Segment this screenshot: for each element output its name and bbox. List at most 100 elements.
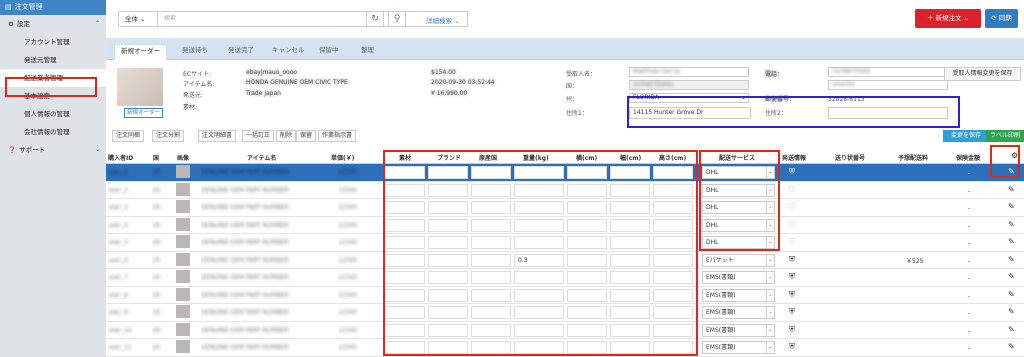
service-select[interactable]: EMS(書類) ⌄ [702,306,775,319]
item-name: GENUINE OEM PART NUMBER [201,204,289,211]
service-select[interactable]: EMS(書類) ⌄ [702,271,775,284]
chevron-down-icon: ⌄ [766,272,774,283]
thumbnail-image [176,165,190,178]
save-changes-button[interactable]: 変更を保存 [943,130,989,142]
price: 12345 [338,239,358,246]
edit-icon[interactable]: ✎ [1008,183,1015,196]
toolbar-button-5[interactable]: 保留 [296,130,317,142]
highlight-box-carrier-menu [5,77,97,97]
item-name: GENUINE OEM PART NUMBER [201,256,289,264]
th-buyer: 購入者ID [108,155,134,162]
sync-button[interactable]: ⟳ 同期 [985,9,1018,28]
th-country: 国 [153,155,160,162]
country: US [152,326,161,334]
est-fee [906,290,936,303]
tab-2[interactable]: 発送完了 [228,44,254,60]
search-input[interactable]: 検索 [158,11,468,27]
thumbnail-image [176,270,190,283]
sidebar-item-label: アカウント管理 [24,38,70,46]
country: US [152,256,161,264]
buyer-id: user_8 [108,291,128,299]
sidebar-item-6[interactable]: 会社情報の管理 [0,123,106,141]
buyer-id: user_9 [108,309,128,316]
recipient-field[interactable]: Matthew Garcia [629,67,749,77]
price-value: $154.00 [431,69,456,76]
service-select[interactable]: EMS(書類) ⌄ [702,323,775,337]
toolbar-button-4[interactable]: 削除 [276,130,297,142]
city-field[interactable]: orlando [828,80,948,90]
th-insurance: 保険金額 [956,155,981,162]
buyer-id: user_10 [108,326,132,334]
search-icon[interactable]: ⚲ [388,11,406,27]
buyer-id: user_2 [108,186,128,194]
edit-icon[interactable]: ✎ [1008,323,1015,336]
ec-label: ECサイト: [183,71,212,78]
toolbar-button-6[interactable]: 作業指示書 [318,130,357,142]
toolbar-button-3[interactable]: 一括訂正 [242,130,275,142]
highlight-box-gear [990,145,1020,178]
edit-icon[interactable]: ✎ [1008,218,1015,231]
chevron-icon: ⌃ [94,20,100,27]
filter-select[interactable]: 全体 ⌄ [118,11,158,27]
sidebar-item-2[interactable]: 発送元管理 [0,51,106,69]
country-label: 国： [566,83,579,90]
save-recipient-button[interactable]: 受取人情報変更を保存 [944,67,1021,81]
insurance: - [968,257,971,265]
edit-icon[interactable]: ✎ [1008,200,1015,213]
insurance: - [968,327,971,335]
phone-field[interactable]: 3478675545 [828,67,948,77]
edit-icon[interactable]: ✎ [1008,235,1015,248]
price: 12345 [338,291,358,299]
tab-5[interactable]: 整理 [361,44,374,60]
edit-icon[interactable]: ✎ [1008,288,1015,301]
buyer-id: user_4 [108,221,128,229]
shield-icon: ⛨ [789,342,795,351]
shield-icon: ⛨ [789,272,795,281]
sidebar-header[interactable]: ▤ 注文管理 [0,0,106,15]
shield-icon: ⛨ [789,289,795,299]
from-label: 発送元: [183,92,204,99]
sidebar-item-5[interactable]: 個人情報の管理 [0,105,106,123]
item-name: GENUINE OEM PART NUMBER [201,221,289,229]
toolbar-button-0[interactable]: 注文同梱 [112,130,145,142]
buyer-id: user_7 [108,274,128,281]
highlight-box-service [699,150,780,251]
highlight-box-dimensions [383,150,698,356]
tab-0[interactable]: 新規オーダー [114,44,167,60]
advanced-search-link[interactable]: 詳細検索 ⌄ [426,15,460,25]
toolbar-button-1[interactable]: 注文分割 [152,130,185,142]
new-order-button[interactable]: ＋ 新規注文 ⌄ [915,9,981,28]
print-label-button[interactable]: ラベル印刷 [986,130,1024,142]
tab-label: 発送完了 [228,46,254,54]
sidebar-item-7[interactable]: ❓ サポート ⌄ [0,141,106,159]
price: 12345 [338,344,358,351]
service-select[interactable]: EMS(書類) ⌄ [702,288,775,302]
tab-3[interactable]: キャンセル [272,44,305,60]
est-fee [906,307,936,320]
service-select[interactable]: EMS(書類) ⌄ [702,341,775,354]
edit-icon[interactable]: ✎ [1008,340,1015,353]
sidebar-item-label: 個人情報の管理 [24,110,70,118]
service-select[interactable]: Eパケット ⌄ [702,253,775,267]
edit-icon[interactable]: ✎ [1008,305,1015,318]
est-fee [906,167,936,180]
toolbar-button-2[interactable]: 注文明細書 [198,130,237,142]
buyer-id: user_5 [108,239,128,246]
gear-icon: ⚙ [8,20,14,28]
sidebar-item-1[interactable]: アカウント管理 [0,33,106,51]
insurance: - [968,222,971,230]
sidebar: ▤ 注文管理 ⚙ 設定 ⌃ アカウント管理 発送元管理 配送業者管理 基本設定 個人情報の管理… [0,0,106,357]
sidebar-item-0[interactable]: ⚙ 設定 ⌃ [0,15,106,33]
edit-icon[interactable]: ✎ [1008,253,1015,266]
refresh-icon[interactable]: ↻ [366,11,384,27]
country-field[interactable]: United States [629,80,749,90]
price: 12345 [338,256,358,264]
insurance: - [968,187,971,195]
service-label: Eパケット [706,256,734,264]
tab-1[interactable]: 発送待ち [182,44,208,60]
est-fee [906,202,936,215]
tab-label: 新規オーダー [121,47,160,55]
country: US [152,186,161,194]
edit-icon[interactable]: ✎ [1008,270,1015,283]
tab-4[interactable]: 保留中 [319,44,339,60]
